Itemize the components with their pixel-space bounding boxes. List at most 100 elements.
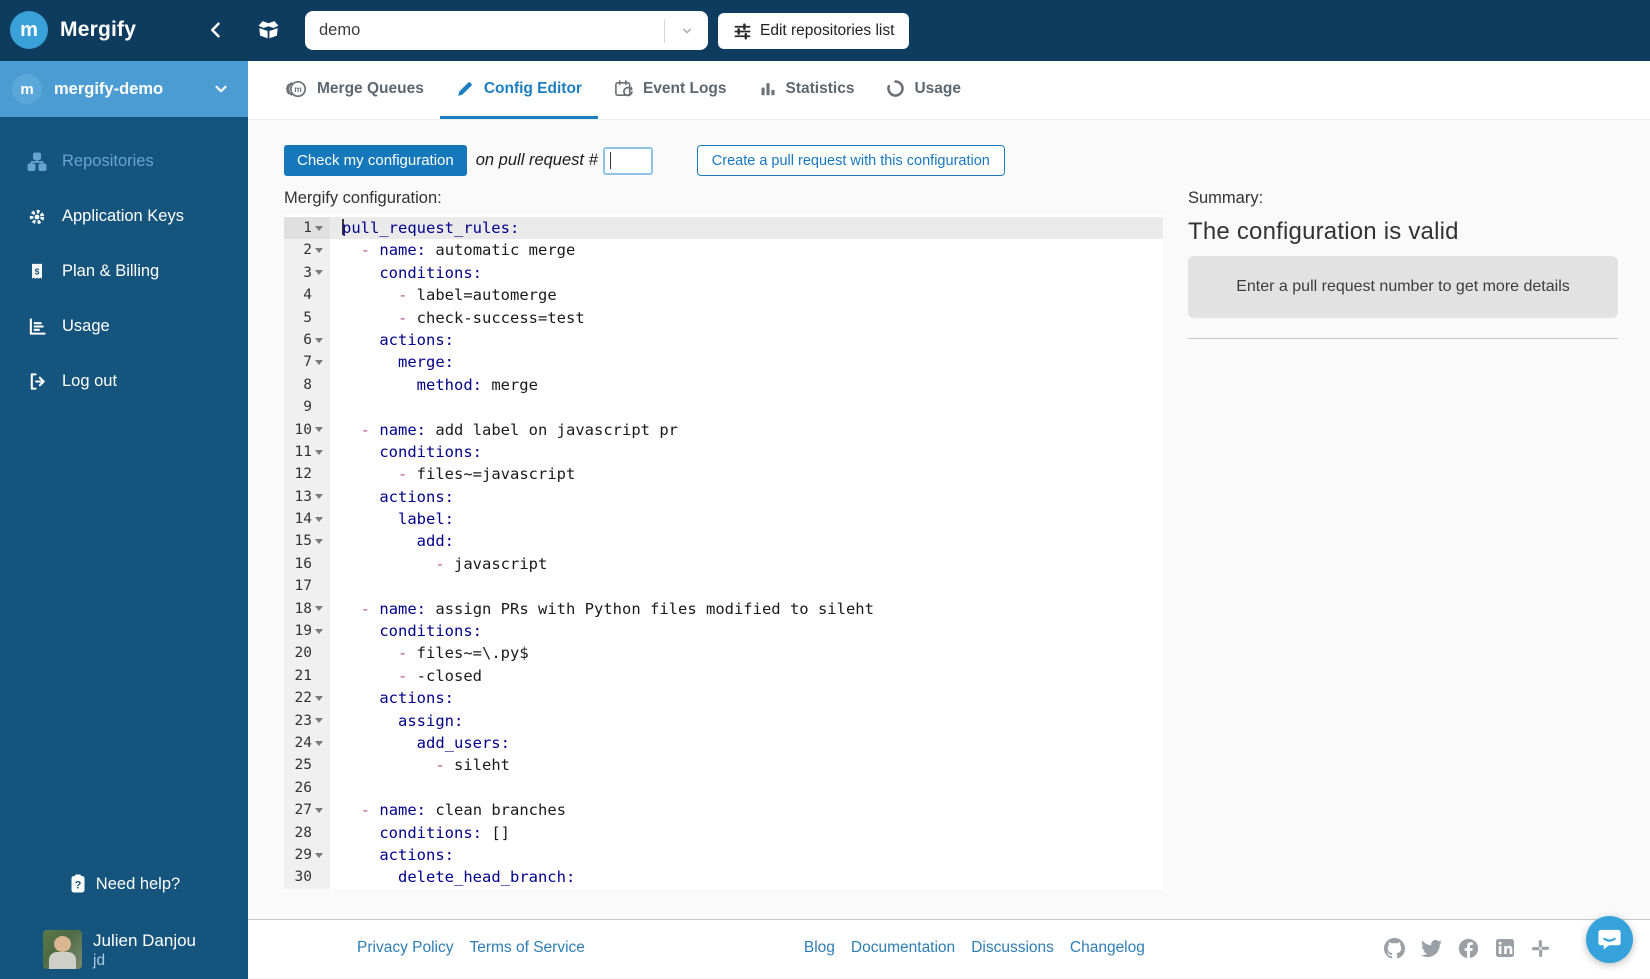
sidebar-item-usage[interactable]: Usage bbox=[0, 299, 248, 354]
svg-text:?: ? bbox=[74, 880, 81, 892]
slack-icon[interactable] bbox=[1531, 939, 1550, 958]
need-help-link[interactable]: ? Need help? bbox=[0, 874, 248, 894]
sidebar-item-application-keys[interactable]: Application Keys bbox=[0, 189, 248, 244]
footer-link-changelog[interactable]: Changelog bbox=[1070, 939, 1145, 957]
fold-arrow-icon[interactable] bbox=[315, 718, 323, 723]
create-pull-request-button[interactable]: Create a pull request with this configur… bbox=[697, 145, 1005, 176]
tab-label: Statistics bbox=[786, 80, 855, 98]
editor-line: 16 - javascript bbox=[284, 553, 1163, 575]
code-line-content: assign: bbox=[330, 710, 1163, 732]
sidebar: m mergify-demo Repositories Application K… bbox=[0, 61, 248, 979]
line-number: 27 bbox=[284, 799, 312, 821]
top-navbar: m Mergify demo Edit repositories list bbox=[0, 0, 1650, 61]
footer-link-discussions[interactable]: Discussions bbox=[971, 939, 1054, 957]
fold-arrow-icon[interactable] bbox=[315, 606, 323, 611]
footer-links-left: Privacy Policy Terms of Service bbox=[357, 939, 585, 957]
editor-line: 30 delete_head_branch: bbox=[284, 866, 1163, 888]
editor-gutter-cell: 22 bbox=[284, 687, 330, 709]
editor-gutter-cell: 2 bbox=[284, 239, 330, 261]
pull-request-number-input[interactable] bbox=[603, 147, 653, 175]
footer-link-terms-of-service[interactable]: Terms of Service bbox=[469, 939, 584, 957]
check-configuration-button[interactable]: Check my configuration bbox=[284, 145, 467, 176]
editor-gutter-cell: 29 bbox=[284, 844, 330, 866]
editor-gutter-cell: 19 bbox=[284, 620, 330, 642]
code-line-content: - label=automerge bbox=[330, 284, 1163, 306]
facebook-icon[interactable] bbox=[1458, 938, 1479, 959]
edit-repositories-button[interactable]: Edit repositories list bbox=[718, 13, 909, 49]
code-line-content: - files~=\.py$ bbox=[330, 642, 1163, 664]
sidebar-item-label: Repositories bbox=[62, 152, 154, 171]
chat-widget-button[interactable] bbox=[1586, 916, 1633, 963]
tab-event-logs[interactable]: Event Logs bbox=[598, 61, 743, 119]
editor-line: 8 method: merge bbox=[284, 374, 1163, 396]
linkedin-icon[interactable] bbox=[1495, 938, 1515, 958]
edit-repositories-label: Edit repositories list bbox=[760, 22, 894, 40]
tab-merge-queues[interactable]: mMerge Queues bbox=[265, 61, 440, 119]
usage-side-icon bbox=[26, 317, 48, 336]
on-pull-request-label: on pull request # bbox=[476, 151, 598, 170]
user-menu[interactable]: Julien Danjou jd bbox=[43, 930, 196, 971]
fold-arrow-icon[interactable] bbox=[315, 270, 323, 275]
tab-bar: mMerge QueuesConfig EditorEvent Logs Stat… bbox=[248, 61, 1650, 120]
fold-arrow-icon[interactable] bbox=[315, 517, 323, 522]
fold-arrow-icon[interactable] bbox=[315, 539, 323, 544]
logout-icon bbox=[26, 372, 48, 391]
editor-gutter-cell: 4 bbox=[284, 284, 330, 306]
editor-line: 23 assign: bbox=[284, 710, 1163, 732]
editor-gutter-cell: 9 bbox=[284, 396, 330, 418]
code-line-content: - sileht bbox=[330, 754, 1163, 776]
footer-link-privacy-policy[interactable]: Privacy Policy bbox=[357, 939, 453, 957]
fold-arrow-icon[interactable] bbox=[315, 808, 323, 813]
sidebar-item-repositories[interactable]: Repositories bbox=[0, 134, 248, 189]
code-line-content: conditions: bbox=[330, 262, 1163, 284]
gear-icon bbox=[26, 207, 48, 227]
editor-gutter-cell: 12 bbox=[284, 463, 330, 485]
mergify-logo-icon: m bbox=[10, 11, 48, 49]
chevron-down-icon[interactable] bbox=[664, 19, 708, 43]
fold-arrow-icon[interactable] bbox=[315, 360, 323, 365]
line-number: 2 bbox=[284, 239, 312, 261]
footer-link-blog[interactable]: Blog bbox=[804, 939, 835, 957]
github-icon[interactable] bbox=[1384, 938, 1405, 959]
fold-arrow-icon[interactable] bbox=[315, 696, 323, 701]
fold-arrow-icon[interactable] bbox=[315, 226, 323, 231]
footer-link-documentation[interactable]: Documentation bbox=[851, 939, 955, 957]
configuration-valid-status: The configuration is valid bbox=[1188, 218, 1618, 246]
tab-usage[interactable]: Usage bbox=[870, 61, 977, 119]
fold-arrow-icon[interactable] bbox=[315, 494, 323, 499]
organization-switcher[interactable]: m mergify-demo bbox=[0, 61, 248, 117]
fold-arrow-icon[interactable] bbox=[315, 338, 323, 343]
code-line-content: - -closed bbox=[330, 665, 1163, 687]
configuration-label: Mergify configuration: bbox=[284, 189, 1163, 211]
editor-line: 3 conditions: bbox=[284, 262, 1163, 284]
sidebar-item-plan-billing[interactable]: $Plan & Billing bbox=[0, 244, 248, 299]
twitter-icon[interactable] bbox=[1421, 938, 1442, 959]
box-icon bbox=[255, 18, 282, 46]
fold-arrow-icon[interactable] bbox=[315, 629, 323, 634]
editor-line: 27 - name: clean branches bbox=[284, 799, 1163, 821]
summary-panel: Summary: The configuration is valid Ente… bbox=[1188, 189, 1618, 889]
code-line-content: - javascript bbox=[330, 553, 1163, 575]
tab-config-editor[interactable]: Config Editor bbox=[440, 61, 598, 119]
fold-arrow-icon[interactable] bbox=[315, 741, 323, 746]
fold-arrow-icon[interactable] bbox=[315, 853, 323, 858]
code-line-content: conditions: [] bbox=[330, 822, 1163, 844]
tab-label: Usage bbox=[914, 80, 961, 98]
repository-select[interactable]: demo bbox=[305, 11, 708, 50]
line-number: 11 bbox=[284, 441, 312, 463]
editor-line: 20 - files~=\.py$ bbox=[284, 642, 1163, 664]
collapse-sidebar-icon[interactable] bbox=[206, 20, 230, 44]
editor-gutter-cell: 23 bbox=[284, 710, 330, 732]
editor-gutter-cell: 26 bbox=[284, 777, 330, 799]
config-editor[interactable]: 1pull_request_rules:2 - name: automatic … bbox=[284, 214, 1163, 889]
fold-arrow-icon[interactable] bbox=[315, 450, 323, 455]
text-caret bbox=[610, 152, 612, 169]
code-line-content: merge: bbox=[330, 351, 1163, 373]
code-line-content bbox=[330, 777, 1163, 799]
fold-arrow-icon[interactable] bbox=[315, 427, 323, 432]
tab-statistics[interactable]: Statistics bbox=[743, 61, 871, 119]
line-number: 5 bbox=[284, 307, 312, 329]
fold-arrow-icon[interactable] bbox=[315, 248, 323, 253]
sidebar-item-log-out[interactable]: Log out bbox=[0, 354, 248, 409]
editor-line: 11 conditions: bbox=[284, 441, 1163, 463]
